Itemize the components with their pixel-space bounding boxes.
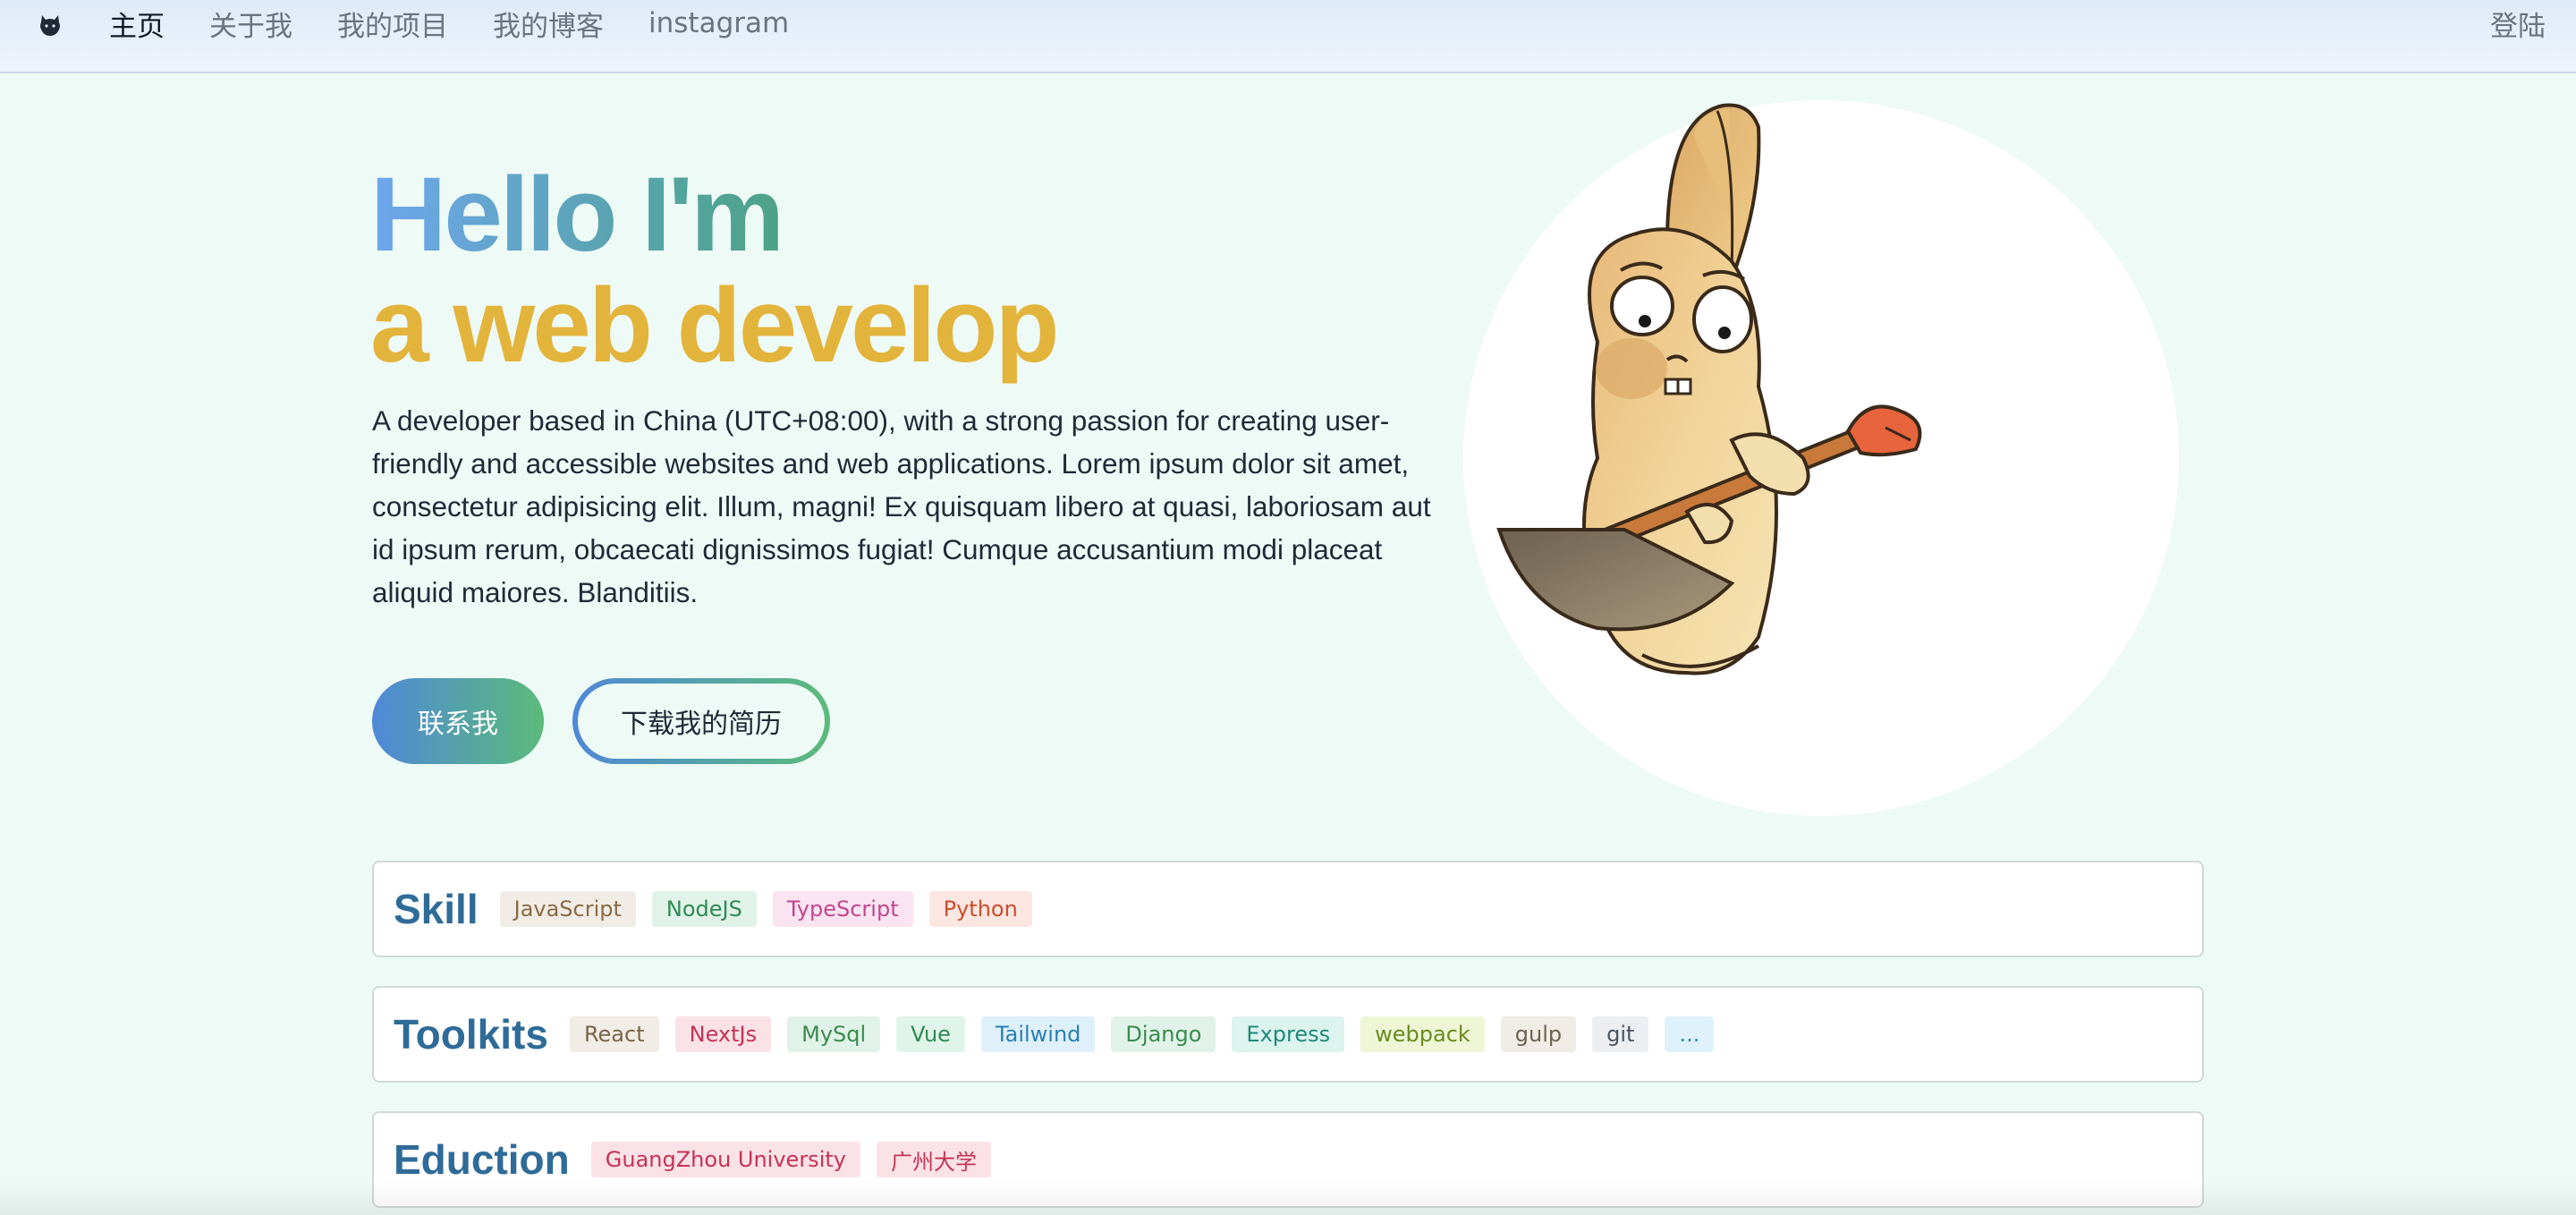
education-tag[interactable]: GuangZhou University	[590, 1142, 860, 1177]
contact-me-button[interactable]: 联系我	[372, 678, 544, 764]
nav-link-home[interactable]: 主页	[109, 4, 165, 44]
nav-link-about[interactable]: 关于我	[209, 4, 292, 44]
skill-tag[interactable]: JavaScript	[499, 891, 636, 927]
toolkits-tag[interactable]: ...	[1665, 1016, 1715, 1052]
toolkits-tag[interactable]: webpack	[1360, 1016, 1485, 1052]
top-navbar: 主页 关于我 我的项目 我的博客 instagram 登陆	[0, 0, 2576, 73]
skill-tag[interactable]: NodeJS	[651, 891, 757, 927]
toolkits-card: Toolkits React NextJs MySql Vue Tailwind Djan…	[372, 986, 2204, 1083]
toolkits-tag[interactable]: Express	[1232, 1016, 1345, 1052]
download-resume-label: 下载我的简历	[578, 684, 825, 759]
toolkits-tag[interactable]: MySql	[787, 1016, 881, 1052]
toolkits-card-title: Toolkits	[394, 1011, 548, 1058]
download-resume-button[interactable]: 下载我的简历	[572, 678, 830, 764]
toolkits-tag[interactable]: git	[1592, 1016, 1649, 1052]
toolkits-tag[interactable]: Django	[1111, 1016, 1216, 1052]
nav-link-blog[interactable]: 我的博客	[493, 4, 604, 44]
hero-title-line1: Hello I'm	[370, 159, 1057, 270]
avatar-circle	[1463, 100, 2179, 816]
toolkits-tag[interactable]: Tailwind	[980, 1016, 1096, 1052]
education-tag[interactable]: 广州大学	[876, 1142, 991, 1177]
toolkits-tag[interactable]: React	[569, 1016, 659, 1052]
nav-links: 主页 关于我 我的项目 我的博客 instagram	[109, 0, 789, 47]
github-cat-icon[interactable]	[34, 9, 66, 41]
hero-title-line2: a web develop	[370, 267, 1060, 385]
education-card-title: Eduction	[394, 1136, 570, 1183]
skill-tag[interactable]: TypeScript	[772, 891, 913, 927]
toolkits-tag[interactable]: gulp	[1500, 1016, 1577, 1052]
toolkits-tag[interactable]: Vue	[896, 1016, 965, 1052]
skill-card: Skill JavaScript NodeJS TypeScript Python	[372, 861, 2204, 957]
toolkits-tag[interactable]: NextJs	[674, 1016, 772, 1052]
nav-link-instagram[interactable]: instagram	[648, 7, 789, 39]
nav-link-projects[interactable]: 我的项目	[337, 4, 448, 44]
education-card: Eduction GuangZhou University 广州大学	[372, 1111, 2204, 1208]
skill-tag[interactable]: Python	[928, 891, 1032, 927]
hero-title: Hello I'm a web develop	[370, 159, 1060, 385]
rabbit-with-shovel-illustration	[1496, 103, 1922, 675]
login-link[interactable]: 登陆	[2490, 0, 2546, 47]
hero-description: A developer based in China (UTC+08:00), …	[372, 404, 1431, 608]
skill-card-title: Skill	[394, 886, 479, 932]
